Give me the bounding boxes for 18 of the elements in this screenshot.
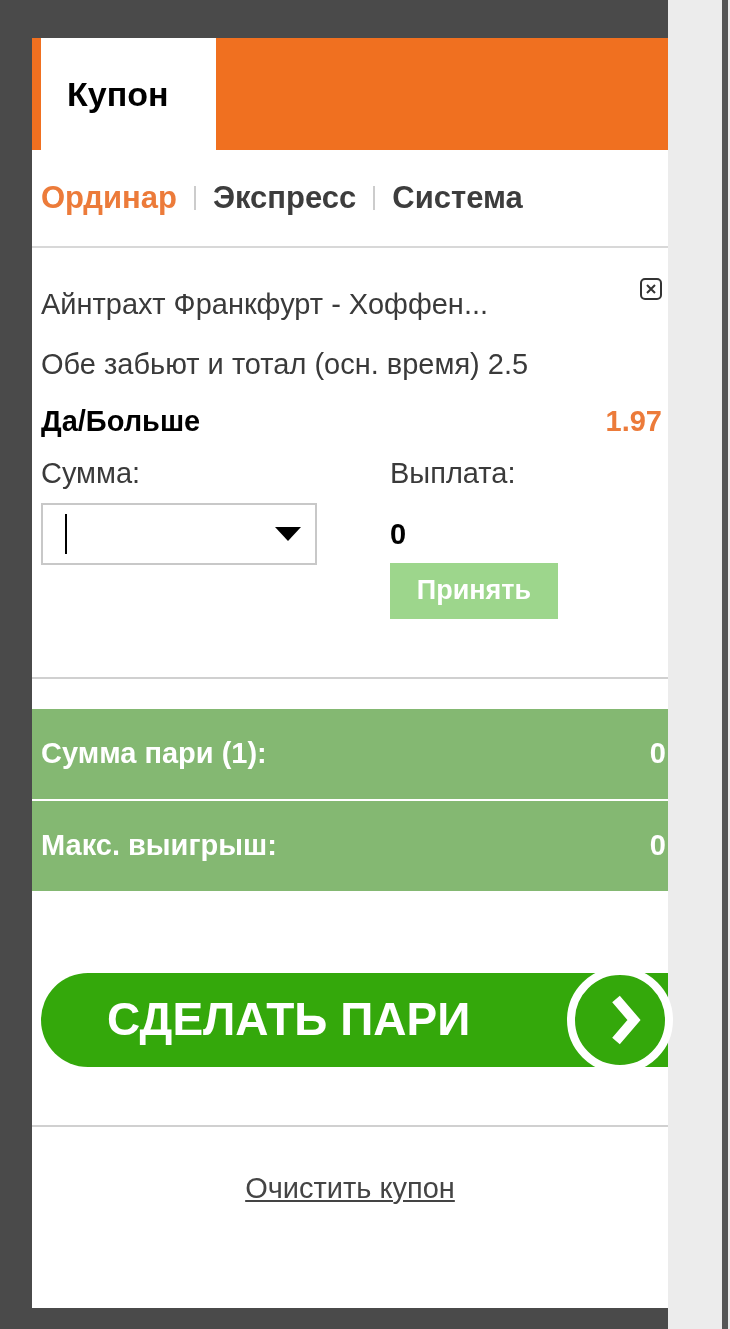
- summary-value: 0: [649, 735, 666, 771]
- clear-coupon-link[interactable]: Очистить купон: [245, 1166, 455, 1210]
- event-name: Айнтрахт Франкфурт - Хоффен...: [41, 287, 489, 322]
- summary-value: 0: [649, 827, 666, 863]
- odds-value: 1.97: [605, 404, 662, 439]
- bet-type-tab[interactable]: Система: [392, 174, 523, 222]
- dropdown-caret-icon[interactable]: [275, 527, 301, 541]
- close-icon[interactable]: [640, 278, 662, 300]
- payout-label: Выплата:: [390, 455, 517, 491]
- summary-label: Сумма пари (1):: [41, 735, 267, 771]
- coupon-tab[interactable]: Купон: [41, 38, 216, 150]
- bet-type-tab[interactable]: Экспресс: [212, 174, 357, 222]
- market-description: Обе забьют и тотал (осн. время) 2.5: [41, 347, 530, 382]
- stake-label: Сумма:: [41, 455, 142, 491]
- stake-field[interactable]: [41, 503, 317, 565]
- summary-label: Макс. выигрыш:: [41, 827, 277, 863]
- payout-value: 0: [390, 517, 408, 552]
- outcome-label: Да/Больше: [41, 404, 201, 439]
